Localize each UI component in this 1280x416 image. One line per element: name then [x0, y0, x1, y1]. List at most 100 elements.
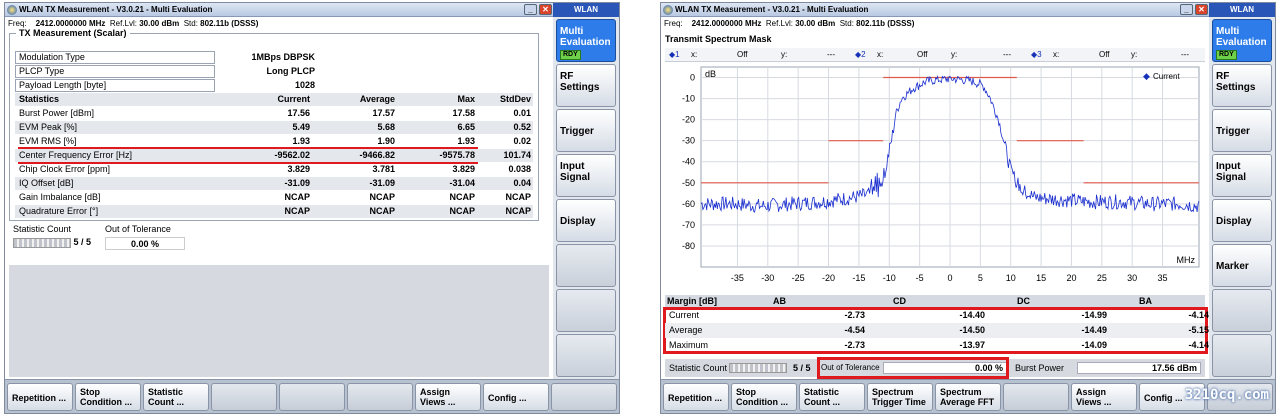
- stat-label: Center Frequency Error [Hz]: [19, 150, 133, 160]
- softkey-label: Trigger: [1216, 126, 1250, 137]
- rf-settings-button[interactable]: RF Settings: [1212, 64, 1272, 107]
- close-icon[interactable]: ✕: [1195, 4, 1208, 15]
- config-button[interactable]: Config ...: [483, 383, 549, 411]
- freq-value: 2412.0000000 MHz: [35, 19, 106, 28]
- config-label: Payload Length [byte]: [19, 80, 107, 90]
- button-label: Condition ...: [80, 397, 132, 407]
- wlan-header: WLAN: [553, 3, 619, 17]
- stat-max: NCAP: [449, 206, 475, 216]
- burst-power-label: Burst Power: [1015, 363, 1065, 373]
- out-of-tolerance-value: 0.00 %: [105, 237, 185, 250]
- input-signal-button[interactable]: Input Signal: [556, 154, 616, 197]
- marker-button[interactable]: Marker: [1212, 244, 1272, 287]
- legend-marker-icon: ◆: [1143, 72, 1150, 82]
- x-tick-label: -5: [916, 273, 924, 283]
- blank-softkey[interactable]: [556, 289, 616, 332]
- blank-button[interactable]: [347, 383, 413, 411]
- statistic-count-row: 5 / 5: [13, 237, 91, 248]
- stat-average: 17.57: [372, 108, 395, 118]
- blank-softkey[interactable]: [556, 334, 616, 377]
- y-tick-label: -30: [682, 136, 695, 146]
- button-label: Statistic: [804, 387, 840, 397]
- minimize-icon[interactable]: _: [524, 4, 537, 15]
- display-button[interactable]: Display: [556, 199, 616, 242]
- stat-max: -9575.78: [439, 150, 475, 160]
- blank-button[interactable]: [1003, 383, 1069, 411]
- stat-stddev: 0.52: [513, 122, 531, 132]
- blank-softkey[interactable]: [1212, 289, 1272, 332]
- marker2-icon[interactable]: ◆2: [855, 48, 866, 62]
- marker1-y-label: y:: [781, 50, 788, 59]
- assign-views-button[interactable]: Assign Views ...: [415, 383, 481, 411]
- marker2-y-value: ---: [1003, 50, 1011, 59]
- x-tick-label: 10: [1006, 273, 1016, 283]
- x-tick-label: 15: [1036, 273, 1046, 283]
- multi-evaluation-button[interactable]: Multi Evaluation RDY: [1212, 19, 1272, 62]
- right-titlebar: WLAN TX Measurement - V3.0.21 - Multi Ev…: [661, 3, 1211, 17]
- stop-condition-button[interactable]: Stop Condition ...: [75, 383, 141, 411]
- statistic-count-button[interactable]: Statistic Count ...: [143, 383, 209, 411]
- marker3-icon[interactable]: ◆3: [1031, 48, 1042, 62]
- config-row: Payload Length [byte] 1028: [15, 79, 533, 92]
- softkey-label: Settings: [1216, 82, 1256, 93]
- button-label: Count ...: [148, 397, 184, 407]
- marker1-x-value: Off: [737, 50, 748, 59]
- assign-views-button[interactable]: Assign Views ...: [1071, 383, 1137, 411]
- x-tick-label: 20: [1066, 273, 1076, 283]
- multi-evaluation-button[interactable]: Multi Evaluation RDY: [556, 19, 616, 62]
- y-tick-label: -80: [682, 241, 695, 251]
- blank-button[interactable]: [211, 383, 277, 411]
- blank-button[interactable]: [551, 383, 617, 411]
- button-label: Views ...: [420, 397, 456, 407]
- close-icon[interactable]: ✕: [539, 4, 552, 15]
- blank-button[interactable]: [279, 383, 345, 411]
- margin-value: -14.49: [1081, 325, 1107, 335]
- softkey-label: Trigger: [560, 126, 594, 137]
- button-label: Repetition ...: [12, 393, 66, 403]
- spectrum-average-fft-button[interactable]: Spectrum Average FFT: [935, 383, 1001, 411]
- spectrum-trigger-time-button[interactable]: Spectrum Trigger Time: [867, 383, 933, 411]
- marker2-y-label: y:: [951, 50, 958, 59]
- bottom-softkey-bar: Repetition ... Stop Condition ... Statist…: [5, 379, 619, 413]
- rf-settings-button[interactable]: RF Settings: [556, 64, 616, 107]
- softkey-label: Signal: [1216, 172, 1247, 183]
- button-label: Stop: [736, 387, 756, 397]
- repetition-button[interactable]: Repetition ...: [7, 383, 73, 411]
- statistic-count-button[interactable]: Statistic Count ...: [799, 383, 865, 411]
- x-tick-label: -20: [822, 273, 835, 283]
- softkey-label: RF: [1216, 71, 1230, 82]
- display-button[interactable]: Display: [1212, 199, 1272, 242]
- margin-row: Maximum -2.73 -13.97 -14.09 -4.14: [665, 338, 1209, 353]
- margin-value: -13.97: [959, 340, 985, 350]
- out-of-tolerance-label: Out of Tolerance: [105, 224, 171, 234]
- trigger-button[interactable]: Trigger: [1212, 109, 1272, 152]
- margin-value: -14.99: [1081, 310, 1107, 320]
- repetition-button[interactable]: Repetition ...: [663, 383, 729, 411]
- button-label: Condition ...: [736, 397, 788, 407]
- minimize-icon[interactable]: _: [1180, 4, 1193, 15]
- softkey-label: RF: [560, 71, 574, 82]
- blank-softkey[interactable]: [556, 244, 616, 287]
- stat-label: EVM RMS [%]: [19, 136, 77, 146]
- x-tick-label: -35: [731, 273, 744, 283]
- blank-softkey[interactable]: [1212, 334, 1272, 377]
- input-signal-button[interactable]: Input Signal: [1212, 154, 1272, 197]
- col-stddev: StdDev: [499, 94, 531, 104]
- stat-label: EVM Peak [%]: [19, 122, 78, 132]
- marker1-icon[interactable]: ◆1: [669, 48, 680, 62]
- app-icon: [663, 5, 673, 15]
- softkey-label: Input: [560, 161, 585, 172]
- margin-col-ab: AB: [773, 296, 786, 306]
- stop-condition-button[interactable]: Stop Condition ...: [731, 383, 797, 411]
- y-axis-label: dB: [705, 69, 716, 79]
- statistic-count-label: Statistic Count: [669, 363, 728, 373]
- statistics-row: EVM RMS [%] 1.93 1.90 1.93 0.02: [15, 135, 533, 148]
- button-label: Repetition ...: [668, 393, 722, 403]
- margin-row: Average -4.54 -14.50 -14.49 -5.15: [665, 323, 1209, 338]
- col-average: Average: [359, 94, 395, 104]
- standard-label: Std:: [839, 19, 854, 28]
- softkey-label: Settings: [560, 82, 600, 93]
- trigger-button[interactable]: Trigger: [556, 109, 616, 152]
- softkey-panel: WLAN Multi Evaluation RDY RF Settings Tr…: [1209, 3, 1275, 413]
- empty-area: [9, 265, 549, 377]
